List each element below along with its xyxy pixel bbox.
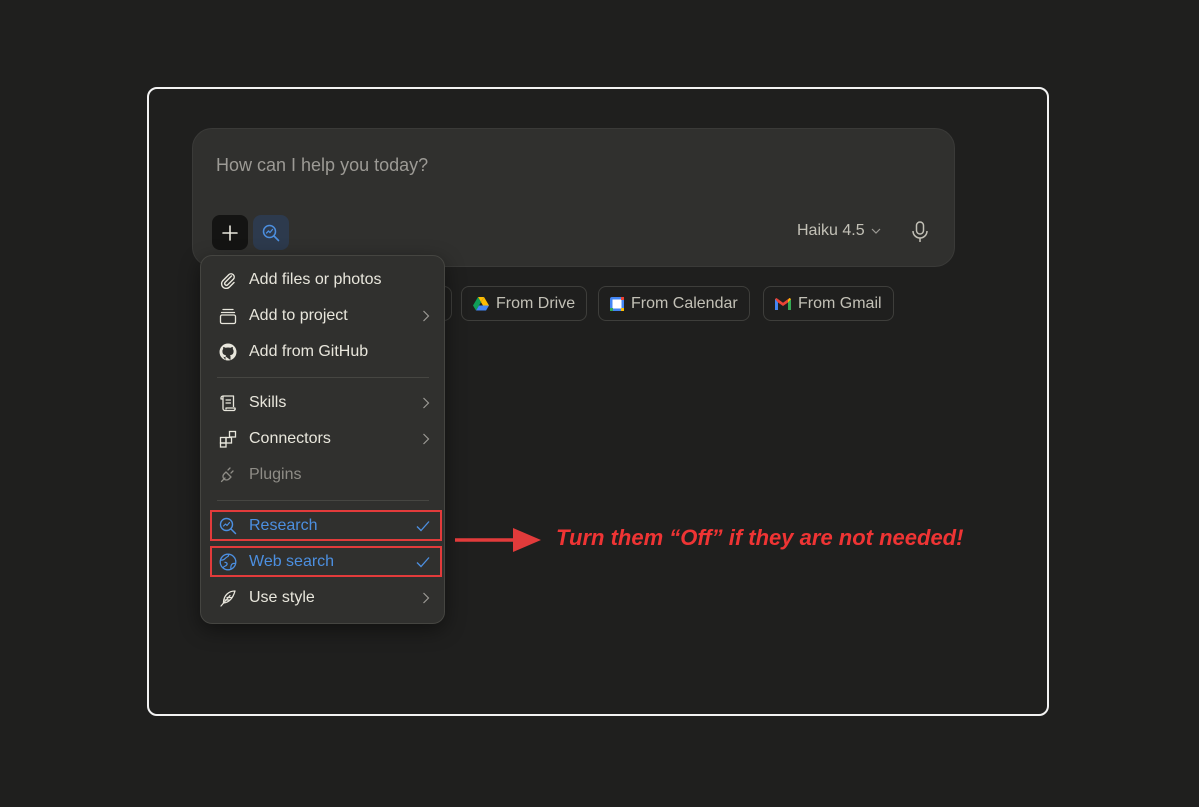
chevron-right-icon (423, 397, 430, 409)
model-selector[interactable]: Haiku 4.5 (797, 222, 881, 240)
paperclip-icon (220, 273, 235, 289)
blocks-icon (219, 430, 237, 448)
annotation-arrow (455, 528, 541, 552)
menu-item-label: Add to project (249, 307, 348, 324)
menu-item-web-search[interactable]: Web search (209, 546, 436, 578)
chevron-right-icon (423, 592, 430, 604)
microphone-icon (912, 221, 928, 242)
research-icon (262, 224, 280, 241)
plus-icon (222, 224, 238, 241)
checkmark-icon (416, 557, 430, 568)
github-icon (219, 343, 237, 361)
menu-item-label: Skills (249, 394, 287, 411)
add-button[interactable] (212, 215, 248, 250)
menu-item-connectors[interactable]: Connectors (209, 423, 436, 455)
menu-item-label: Research (249, 517, 318, 534)
menu-item-use-style[interactable]: Use style (209, 582, 436, 614)
menu-item-label: Connectors (249, 430, 331, 447)
globe-icon (219, 553, 237, 571)
menu-item-label: Add from GitHub (249, 343, 369, 360)
chip-label: From Drive (496, 294, 576, 312)
chevron-right-icon (423, 433, 430, 445)
chevron-down-icon (871, 228, 881, 234)
menu-divider (217, 377, 429, 378)
menu-item-add-to-project[interactable]: Add to project (209, 300, 436, 332)
menu-item-skills[interactable]: Skills (209, 387, 436, 419)
from-drive-chip[interactable]: From Drive (461, 286, 588, 321)
menu-item-label: Use style (249, 589, 315, 606)
menu-item-add-files[interactable]: Add files or photos (209, 264, 436, 296)
menu-item-add-from-github[interactable]: Add from GitHub (209, 336, 436, 368)
research-toggle-button[interactable] (253, 215, 289, 250)
annotation-callout-text: Turn them “Off” if they are not needed! (556, 525, 964, 550)
from-gmail-chip[interactable]: From Gmail (763, 286, 894, 321)
research-icon (219, 517, 237, 535)
plug-icon (220, 467, 234, 483)
menu-divider (217, 500, 429, 501)
menu-item-label: Plugins (249, 466, 302, 483)
google-drive-icon (473, 296, 489, 310)
menu-item-plugins: Plugins (209, 459, 436, 491)
from-calendar-chip[interactable]: From Calendar (598, 286, 750, 321)
chevron-right-icon (423, 310, 430, 322)
chat-composer: Haiku 4.5 (192, 128, 955, 267)
microphone-button[interactable] (907, 219, 933, 245)
google-calendar-icon (610, 296, 624, 311)
archive-box-icon (219, 308, 237, 325)
add-menu: Add files or photos Add to project Add f… (200, 255, 445, 624)
gmail-icon (775, 297, 791, 310)
menu-item-label: Web search (249, 553, 335, 570)
menu-item-label: Add files or photos (249, 271, 382, 288)
message-input[interactable] (216, 155, 816, 176)
chip-label: From Calendar (631, 294, 738, 312)
menu-item-research[interactable]: Research (209, 510, 436, 542)
feather-icon (220, 590, 236, 607)
checkmark-icon (416, 521, 430, 532)
chip-label: From Gmail (798, 294, 882, 312)
scroll-icon (220, 395, 236, 412)
model-name: Haiku 4.5 (797, 222, 865, 239)
